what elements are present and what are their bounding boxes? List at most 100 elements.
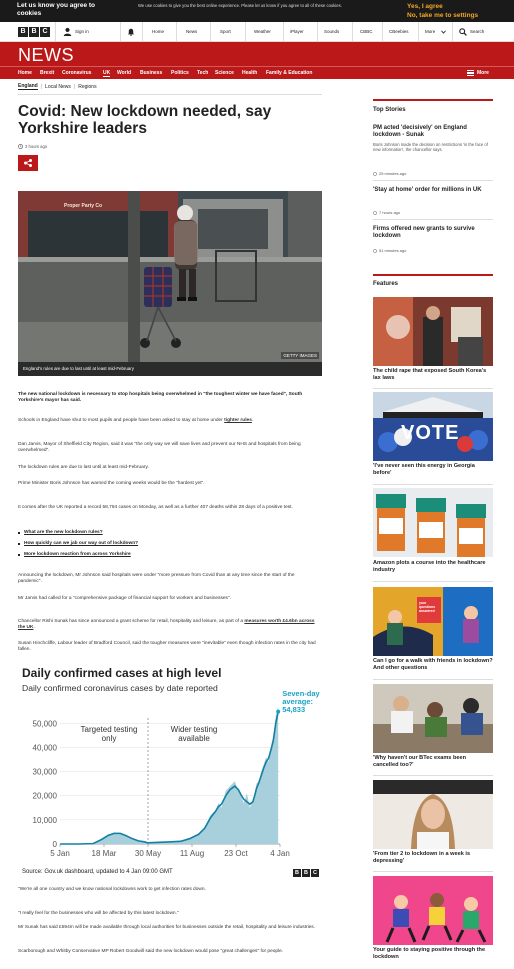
article-paragraph: Announcing the lockdown, Mr Johnson said… (18, 573, 295, 585)
section-health[interactable]: Health (242, 70, 257, 76)
hero-shop-sign: Proper Party Co (64, 203, 103, 209)
feature-title[interactable]: 'Why haven't our BTec exams been cancell… (373, 755, 493, 769)
annotation-wider-testing: Wider testing (171, 725, 218, 734)
article-time: 3 hours ago (25, 144, 48, 149)
nav-iplayer[interactable]: iPlayer (290, 29, 304, 34)
cookie-banner: Let us know you agree to cookies We use … (0, 0, 514, 22)
nav-cbeebies[interactable]: CBeebies (389, 29, 409, 34)
share-button[interactable] (18, 155, 38, 171)
section-world[interactable]: World (117, 70, 131, 76)
section-family-education[interactable]: Family & Education (266, 70, 312, 76)
feature-image[interactable] (373, 780, 493, 849)
top-story-title[interactable]: PM acted 'decisively' on England lockdow… (373, 125, 493, 139)
region-regions[interactable]: Regions (78, 84, 96, 90)
section-politics[interactable]: Politics (171, 70, 189, 76)
x-tick-label: 11 Aug (180, 849, 204, 858)
top-stories-rule (373, 99, 493, 101)
feature-title[interactable]: Your guide to staying positive through t… (373, 947, 493, 961)
bbc-logo[interactable]: BBC (18, 27, 50, 37)
section-coronavirus[interactable]: Coronavirus (62, 70, 91, 76)
story-time: 51 minutes ago (373, 248, 406, 253)
article-paragraph: Chancellor Rishi Sunak has since announc… (18, 619, 315, 631)
feature-image[interactable]: your questions answered (373, 587, 493, 656)
nav-home[interactable]: Home (152, 29, 164, 34)
article-paragraph: Mr Sunak has said £594m will be made ava… (18, 925, 316, 930)
related-links: What are the new lockdown rules? How qui… (18, 527, 318, 560)
cases-chart: Daily confirmed cases at high level Dail… (18, 664, 322, 882)
feature-title[interactable]: Can I go for a walk with friends in lock… (373, 658, 493, 672)
article-paragraph: Dan Jarvis, Mayor of Sheffield City Regi… (18, 442, 301, 454)
image-caption-bar: England's rules are due to last until at… (18, 362, 322, 376)
top-story-summary: Boris Johnson made the decision on restr… (373, 142, 488, 153)
region-england[interactable]: England (18, 83, 38, 90)
y-tick-label: 20,000 (33, 792, 58, 801)
section-home[interactable]: Home (18, 70, 32, 76)
article-paragraph: Scarborough and Whitby Conservative MP R… (18, 949, 284, 954)
section-business[interactable]: Business (140, 70, 162, 76)
nav-sounds[interactable]: Sounds (324, 29, 339, 34)
feature-title[interactable]: 'From tier 2 to lockdown in a week is de… (373, 851, 493, 865)
cookie-settings-link[interactable]: No, take me to settings (407, 12, 478, 19)
cookie-agree-link[interactable]: Yes, I agree (407, 3, 443, 10)
feature-image[interactable]: VOTE (373, 392, 493, 461)
feature-title[interactable]: The child rape that exposed South Korea'… (373, 368, 493, 382)
image-credit: GETTY IMAGES (281, 352, 319, 359)
article-paragraph: The lockdown rules are due to last until… (18, 465, 149, 470)
cookie-message: We use cookies to give you the best onli… (138, 3, 342, 8)
section-more[interactable]: More (477, 70, 489, 76)
article-paragraph: Schools in England have shut to most pup… (18, 418, 254, 423)
x-tick-label: 5 Jan (50, 849, 70, 858)
annotation-wider-testing: available (178, 734, 210, 743)
feature-image[interactable] (373, 684, 493, 753)
feature-image[interactable] (373, 297, 493, 366)
feature-image[interactable] (373, 488, 493, 557)
nav-news[interactable]: News (186, 29, 197, 34)
region-nav: England | Local News | Regions (18, 83, 97, 90)
story-time: 25 minutes ago (373, 171, 406, 176)
article-hero-image: Proper Party Co GETTY IMAGES (18, 191, 322, 362)
search-icon[interactable] (459, 28, 467, 38)
top-stories-heading: Top Stories (373, 107, 406, 113)
article-paragraph: "We're all one country and we know natio… (18, 887, 206, 892)
cookie-title: Let us know you agree to cookies (17, 2, 96, 17)
chart-plot: 0 10,000 20,000 30,000 40,000 50,000 5 Jan 18 M… (33, 689, 321, 858)
tighter-rules-link[interactable]: tighter rules (224, 418, 252, 423)
y-tick-label: 50,000 (33, 719, 58, 728)
related-link[interactable]: More lockdown reaction from across Yorks… (24, 552, 131, 557)
x-tick-label: 30 May (135, 849, 161, 858)
nav-weather[interactable]: Weather (254, 29, 271, 34)
section-uk[interactable]: UK (103, 70, 111, 77)
region-local-news[interactable]: Local News (45, 84, 71, 90)
clock-icon (373, 210, 377, 215)
top-story-title[interactable]: Firms offered new grants to survive lock… (373, 226, 493, 240)
section-science[interactable]: Science (215, 70, 234, 76)
feature-title[interactable]: Amazon plots a course into the healthcar… (373, 560, 493, 574)
feature-title[interactable]: 'I've never seen this energy in Georgia … (373, 463, 493, 477)
section-brexit[interactable]: Brexit (40, 70, 54, 76)
x-tick-label: 23 Oct (224, 849, 248, 858)
nav-more[interactable]: More (425, 29, 435, 34)
search-link[interactable]: Search (470, 29, 484, 34)
seven-day-average-callout: 54,833 (282, 705, 305, 714)
related-link[interactable]: How quickly can we jab our way out of lo… (24, 541, 138, 546)
latest-point (276, 709, 281, 714)
annotation-targeted-testing: Targeted testing (81, 725, 138, 734)
bbc-chart-logo: BBC (293, 869, 319, 877)
y-tick-label: 0 (53, 840, 58, 849)
clock-icon (373, 171, 377, 176)
article-lead: The new national lockdown is necessary t… (18, 392, 303, 404)
notifications-icon[interactable] (127, 28, 135, 36)
feature-image[interactable] (373, 876, 493, 945)
related-link[interactable]: What are the new lockdown rules? (24, 530, 103, 535)
section-nav: Home Brexit Coronavirus UK World Busines… (0, 66, 514, 79)
top-story-title[interactable]: 'Stay at home' order for millions in UK (373, 187, 493, 194)
user-icon (63, 27, 72, 36)
y-tick-label: 10,000 (33, 816, 58, 825)
nav-cbbc[interactable]: CBBC (360, 29, 373, 34)
news-logo[interactable]: NEWS (18, 45, 74, 66)
section-tech[interactable]: Tech (197, 70, 208, 76)
share-icon (24, 159, 32, 167)
article-paragraph: Prime Minister Boris Johnson has warned … (18, 481, 205, 486)
sign-in-link[interactable]: Sign in (75, 29, 89, 34)
nav-sport[interactable]: Sport (220, 29, 231, 34)
